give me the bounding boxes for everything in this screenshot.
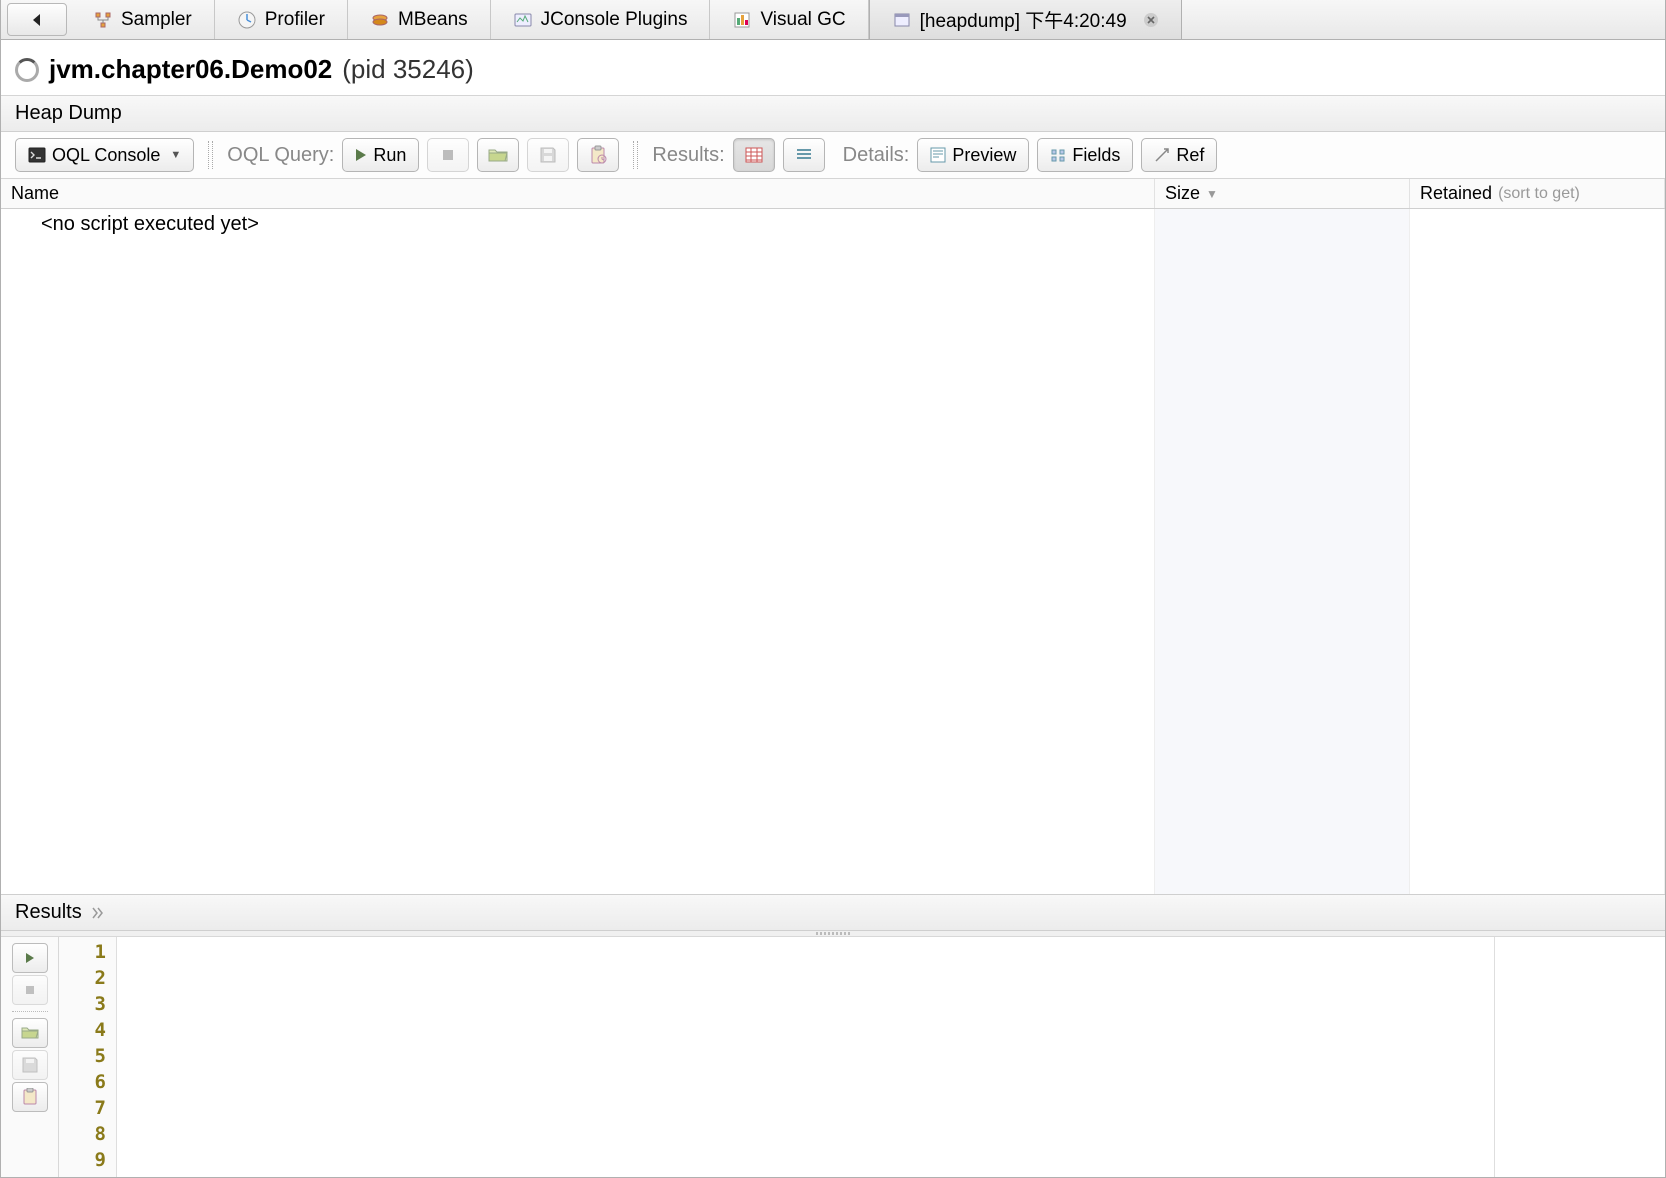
tab-label: Sampler: [121, 9, 192, 31]
results-table-view[interactable]: [733, 138, 775, 172]
preview-button[interactable]: Preview: [917, 138, 1029, 172]
oql-console-label: OQL Console: [52, 145, 160, 166]
tab-label: JConsole Plugins: [541, 9, 688, 31]
play-icon: [355, 148, 367, 162]
open-button[interactable]: [477, 138, 519, 172]
console-icon: [28, 147, 46, 163]
column-size-label: Size: [1165, 183, 1200, 204]
references-label: Ref: [1176, 145, 1204, 166]
tab-mbeans[interactable]: MBeans: [348, 0, 491, 39]
close-icon[interactable]: [1143, 12, 1159, 28]
references-button[interactable]: Ref: [1141, 138, 1217, 172]
toolbar-separator: [633, 141, 638, 169]
line-number-gutter: 123456789: [59, 937, 117, 1177]
tab-label: Profiler: [265, 9, 325, 31]
process-pid: (pid 35246): [342, 54, 474, 85]
lower-results-label: Results: [15, 901, 82, 924]
heap-dump-header: Heap Dump: [1, 96, 1665, 132]
clipboard-button[interactable]: [577, 138, 619, 172]
oql-editor[interactable]: [117, 937, 1495, 1177]
stop-button[interactable]: [427, 138, 469, 172]
editor-right-pane: [1495, 937, 1665, 1177]
editor-open-button[interactable]: [12, 1018, 48, 1048]
column-name-label: Name: [11, 183, 59, 204]
oql-console-dropdown[interactable]: OQL Console ▼: [15, 138, 194, 172]
column-retained-header[interactable]: Retained (sort to get): [1410, 179, 1665, 208]
column-size-header[interactable]: Size ▼: [1155, 179, 1410, 208]
column-retained-label: Retained: [1420, 183, 1492, 204]
preview-icon: [930, 147, 946, 163]
table-icon: [745, 147, 763, 163]
tab-profiler[interactable]: Profiler: [215, 0, 348, 39]
tab-label: MBeans: [398, 9, 468, 31]
results-list-view[interactable]: [783, 138, 825, 172]
tab-label: [heapdump] 下午4:20:49: [920, 6, 1127, 33]
oql-query-label: OQL Query:: [227, 144, 334, 167]
results-name-column: <no script executed yet>: [1, 209, 1155, 894]
profiler-icon: [237, 10, 257, 30]
results-label: Results:: [652, 144, 724, 167]
clipboard-icon: [589, 145, 607, 165]
tab-sampler[interactable]: Sampler: [71, 0, 215, 39]
results-retained-column: [1410, 209, 1665, 894]
fields-button[interactable]: Fields: [1037, 138, 1133, 172]
loading-spinner-icon: [15, 58, 39, 82]
details-label: Details:: [843, 144, 910, 167]
tab-visual-gc[interactable]: Visual GC: [710, 0, 868, 39]
preview-label: Preview: [952, 145, 1016, 166]
tab-heapdump[interactable]: [heapdump] 下午4:20:49: [869, 0, 1182, 39]
tab-jconsole-plugins[interactable]: JConsole Plugins: [491, 0, 711, 39]
save-icon: [539, 146, 557, 164]
editor-run-button[interactable]: [12, 943, 48, 973]
heapdump-icon: [892, 10, 912, 30]
tab-label: Visual GC: [760, 9, 845, 31]
editor-separator: [12, 1011, 48, 1012]
editor-save-button[interactable]: [12, 1050, 48, 1080]
mbeans-icon: [370, 10, 390, 30]
editor-stop-button[interactable]: [12, 975, 48, 1005]
back-button[interactable]: [7, 3, 67, 36]
results-placeholder: <no script executed yet>: [41, 213, 259, 235]
chevron-down-icon: ▼: [170, 149, 181, 161]
sampler-icon: [93, 10, 113, 30]
visual-gc-icon: [732, 10, 752, 30]
process-title: jvm.chapter06.Demo02: [49, 54, 332, 85]
toolbar-separator: [208, 141, 213, 169]
editor-clipboard-button[interactable]: [12, 1082, 48, 1112]
references-icon: [1154, 147, 1170, 163]
folder-open-icon: [488, 147, 508, 163]
column-name-header[interactable]: Name: [1, 179, 1155, 208]
fields-label: Fields: [1072, 145, 1120, 166]
run-button[interactable]: Run: [342, 138, 419, 172]
sort-desc-icon: ▼: [1206, 187, 1218, 201]
fields-icon: [1050, 147, 1066, 163]
save-button[interactable]: [527, 138, 569, 172]
jconsole-icon: [513, 10, 533, 30]
list-icon: [795, 147, 813, 163]
chevron-right-icon[interactable]: [90, 906, 104, 920]
results-size-column: [1155, 209, 1410, 894]
run-label: Run: [373, 145, 406, 166]
column-retained-hint: (sort to get): [1498, 185, 1580, 203]
stop-icon: [442, 149, 454, 161]
